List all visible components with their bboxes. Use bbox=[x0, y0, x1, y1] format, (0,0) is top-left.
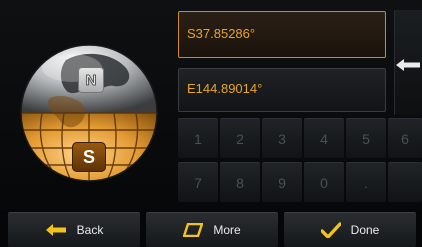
longitude-value: E144.89014° bbox=[187, 81, 263, 96]
key-6[interactable]: 6 bbox=[388, 118, 422, 158]
bottom-bar: Back More Done bbox=[0, 210, 422, 247]
key-0[interactable]: 0 bbox=[304, 162, 344, 202]
backspace-arrow-icon bbox=[396, 59, 420, 71]
key-5[interactable]: 5 bbox=[346, 118, 386, 158]
more-label: More bbox=[213, 223, 241, 237]
back-label: Back bbox=[76, 223, 104, 237]
more-icon bbox=[183, 223, 204, 237]
done-label: Done bbox=[350, 223, 380, 237]
key-2[interactable]: 2 bbox=[220, 118, 260, 158]
hemisphere-globe[interactable]: N S bbox=[14, 38, 164, 188]
key-3[interactable]: 3 bbox=[262, 118, 302, 158]
backspace-button[interactable] bbox=[394, 57, 422, 73]
coordinate-input-screen: N S S37.85286° E144.89014° 1 2 3 4 5 6 7… bbox=[0, 0, 422, 247]
key-4[interactable]: 4 bbox=[304, 118, 344, 158]
north-hemisphere-button[interactable]: N bbox=[78, 67, 104, 93]
key-1[interactable]: 1 bbox=[178, 118, 218, 158]
back-button[interactable]: Back bbox=[8, 212, 140, 247]
south-label: S bbox=[82, 146, 95, 167]
checkmark-icon bbox=[320, 222, 341, 238]
north-label: N bbox=[85, 71, 97, 89]
south-hemisphere-button[interactable]: S bbox=[72, 142, 106, 172]
longitude-field[interactable]: E144.89014° bbox=[178, 68, 386, 112]
key-8[interactable]: 8 bbox=[220, 162, 260, 202]
back-arrow-icon bbox=[45, 224, 66, 236]
latitude-value: S37.85286° bbox=[187, 26, 256, 41]
key-decimal[interactable]: . bbox=[346, 162, 386, 202]
done-button[interactable]: Done bbox=[284, 212, 416, 247]
more-button[interactable]: More bbox=[146, 212, 278, 247]
latitude-field[interactable]: S37.85286° bbox=[178, 11, 386, 58]
numeric-keypad: 1 2 3 4 5 6 7 8 9 0 . bbox=[178, 118, 422, 206]
key-blank[interactable] bbox=[388, 162, 422, 202]
key-9[interactable]: 9 bbox=[262, 162, 302, 202]
key-7[interactable]: 7 bbox=[178, 162, 218, 202]
